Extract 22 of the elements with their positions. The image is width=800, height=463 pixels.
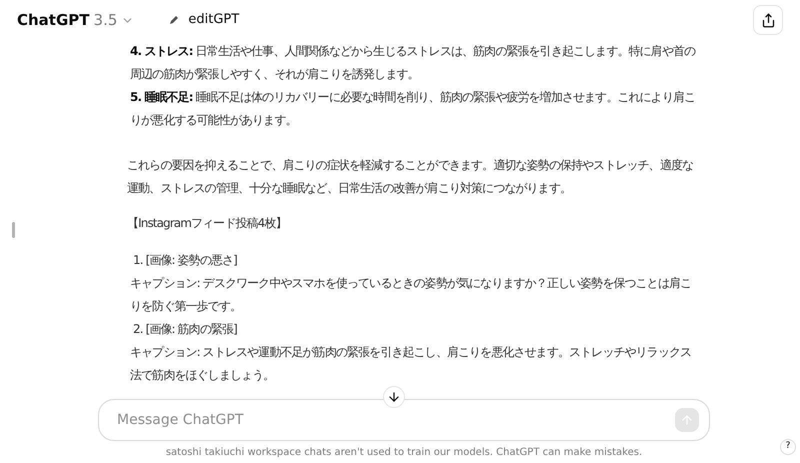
sidebar-handle[interactable]	[12, 222, 15, 238]
caption-text: キャプション: デスクワーク中やスマホを使っているときの姿勢が気になりますか？正しい姿勢を保つことは肩こりを防ぐ第一歩です。	[129, 275, 692, 315]
model-name: ChatGPT	[17, 10, 90, 31]
paragraph: これらの要因を抑えることで、肩こりの症状を軽減することができます。適切な姿勢の保持やストレッチ、適度な運動、ストレスの管理、十分な睡眠など、日常生活の改善が肩こり対策につながります。	[127, 157, 694, 197]
disclaimer-text: satoshi takiuchi workspace chats aren't used to train our models. ChatGPT can make mistakes.	[164, 446, 644, 460]
help-button[interactable]: ?	[780, 439, 796, 455]
scroll-down-button[interactable]	[383, 386, 405, 408]
list-item: 5. 睡眠不足: 睡眠不足は体のリカバリーに必要な時間を削り、筋肉の緊張や疲労を増加させます。これにより肩こりが悪化する可能性があります。	[129, 89, 696, 129]
gpt-link[interactable]: editGPT	[168, 10, 240, 30]
caption-text: キャプション: ストレスや運動不足が筋肉の緊張を引き起こし、肩こりを悪化させます。ストレッチやリラックス法で筋肉をほぐしましょう。	[129, 344, 692, 384]
model-selector[interactable]: ChatGPT 3.5	[17, 8, 134, 32]
message-field[interactable]: Message ChatGPT	[117, 410, 675, 430]
share-button[interactable]	[753, 5, 783, 35]
list-item: 1. [画像: 姿勢の悪さ]	[132, 252, 238, 269]
paragraph: 【Instagramフィード投稿4枚】	[127, 215, 288, 232]
model-version: 3.5	[94, 10, 118, 31]
arrow-down-icon	[387, 390, 401, 404]
pen-icon	[168, 14, 180, 26]
list-item: 2. [画像: 筋肉の緊張]	[132, 321, 238, 338]
share-icon	[760, 12, 776, 28]
message-composer[interactable]: Message ChatGPT	[98, 399, 710, 441]
list-item: 4. ストレス: 日常生活や仕事、人間関係などから生じるストレスは、筋肉の緊張を引き起こします。特に肩や首の周辺の筋肉が緊張しやすく、それが肩こりを誘発します。	[129, 43, 696, 83]
